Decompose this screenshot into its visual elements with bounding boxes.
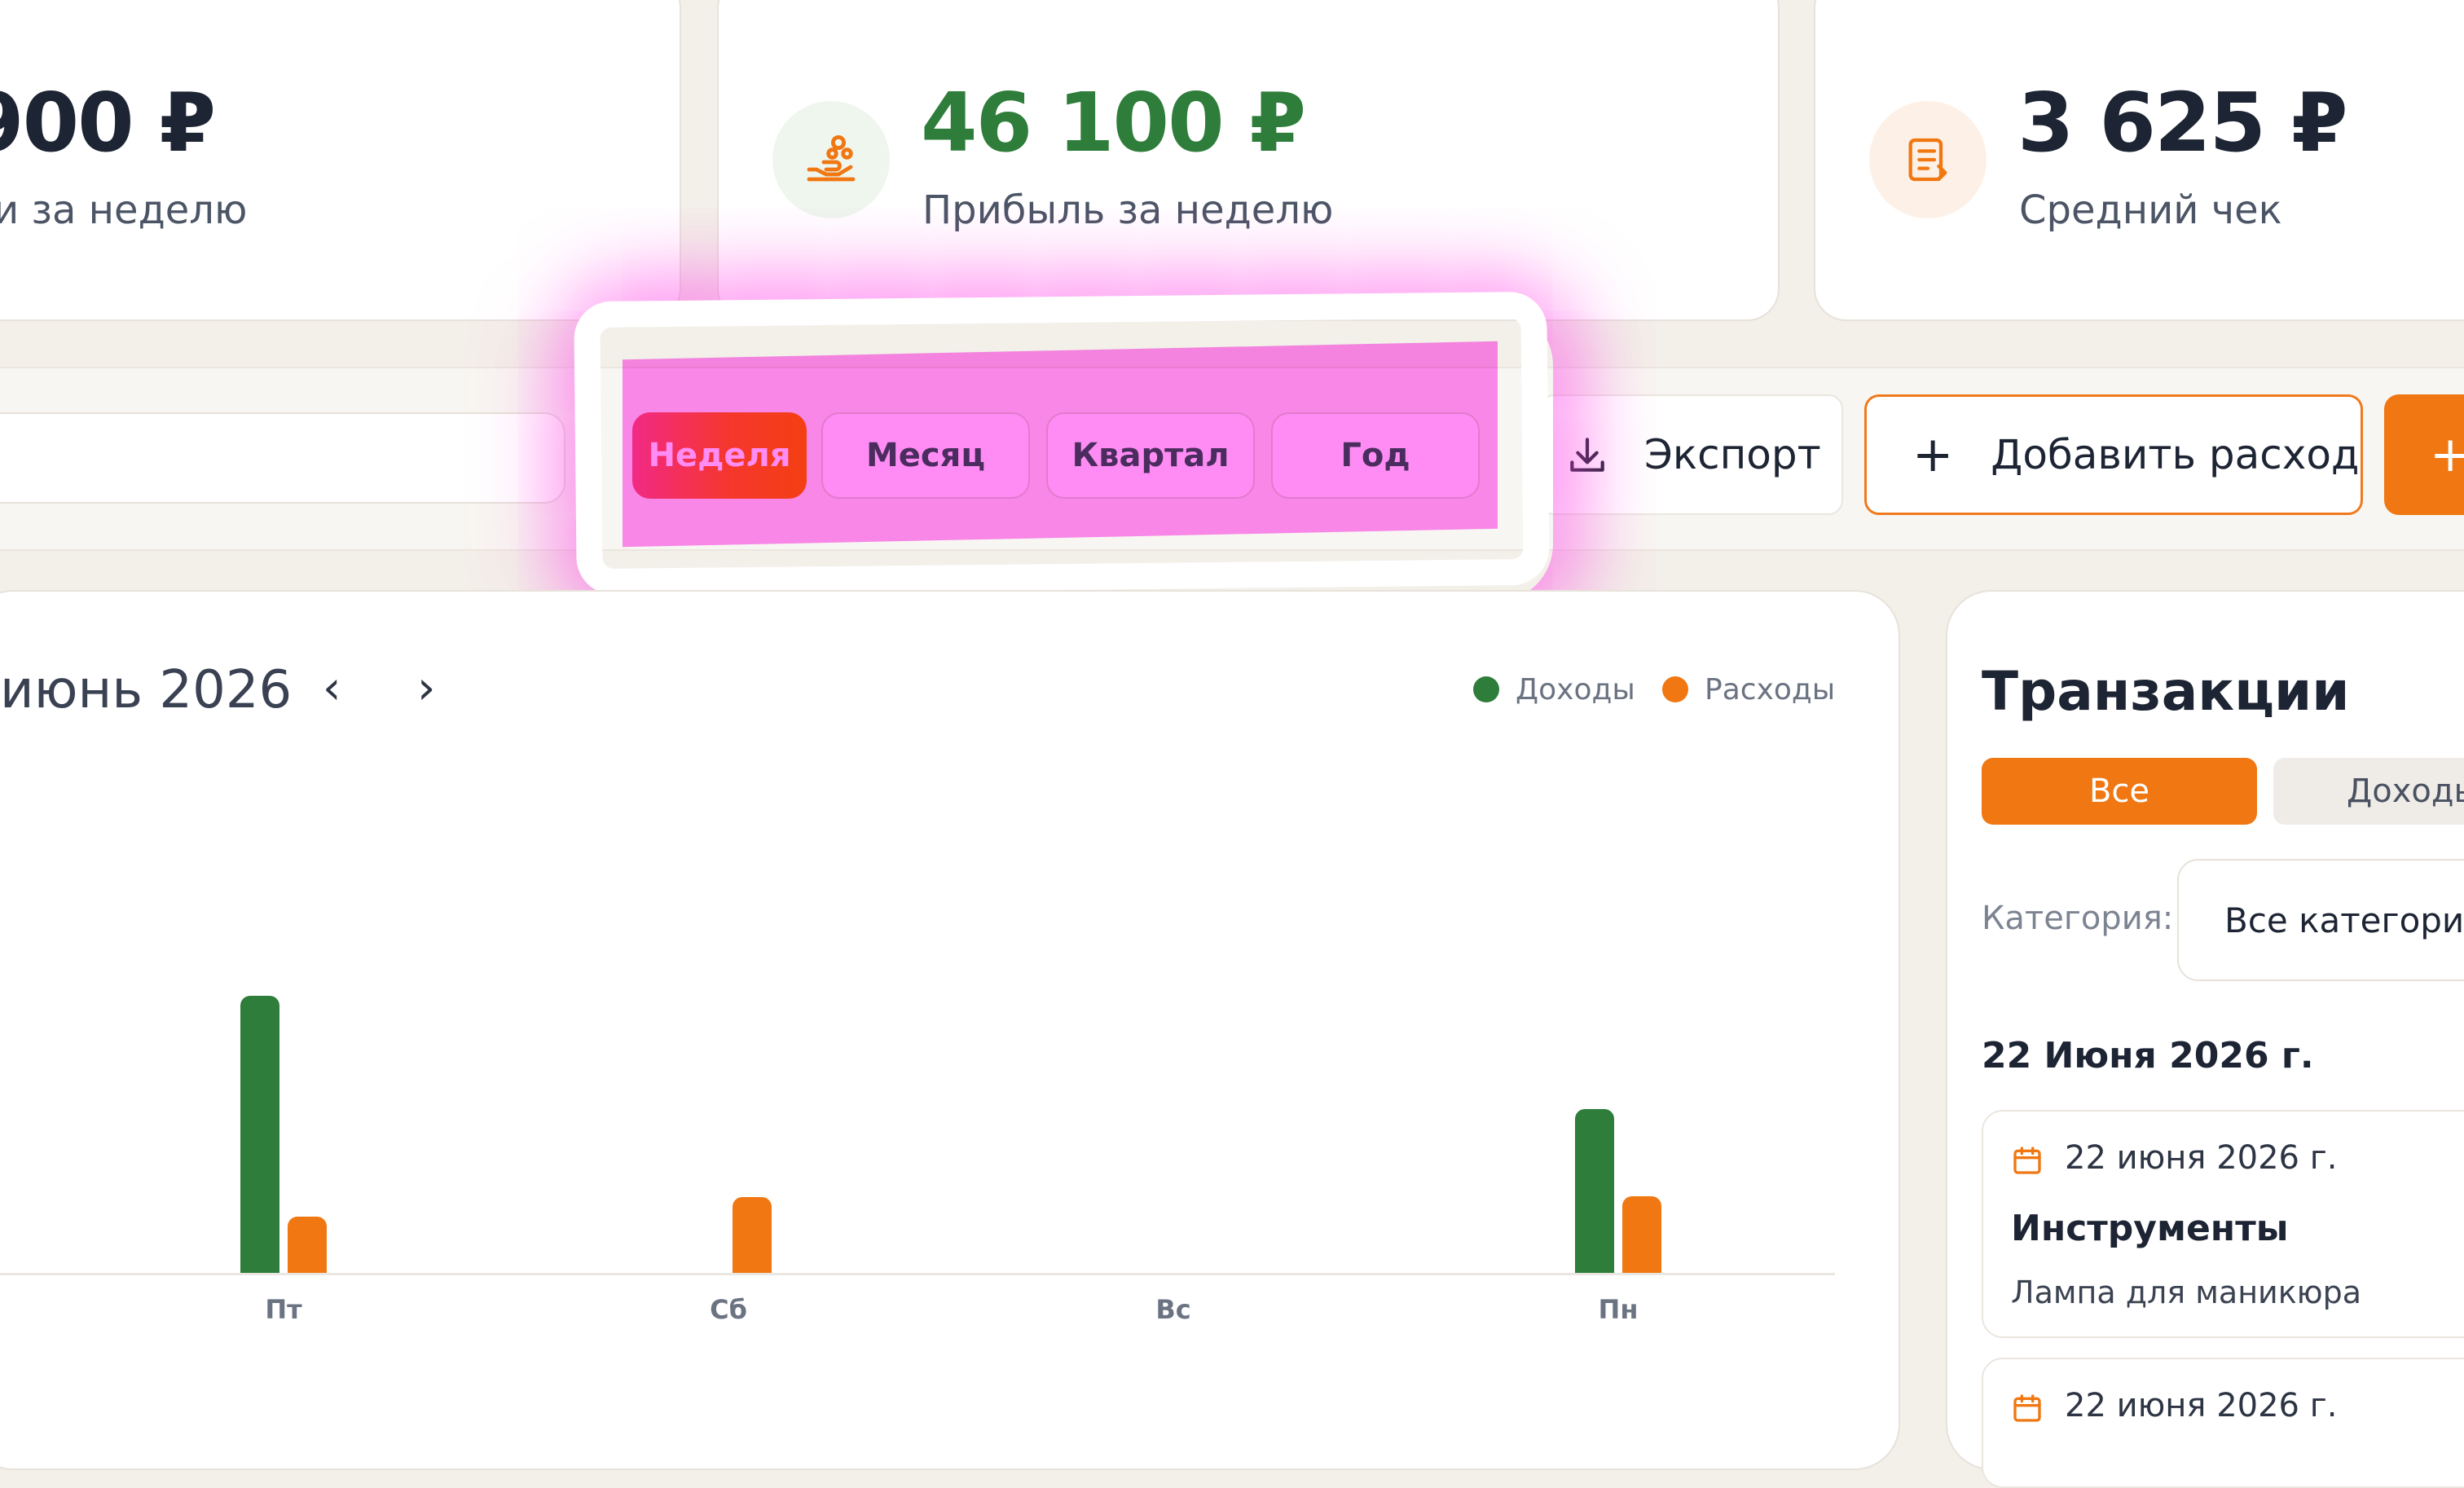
month-label: июнь 2026 — [0, 660, 293, 720]
transaction-subtitle: Лампа для маникюра — [2011, 1274, 2362, 1310]
stat-label-profit: Прибыль за неделю — [922, 187, 1334, 233]
add-expense-button[interactable]: + Добавить расход — [1864, 394, 2363, 515]
x-tick-label: Вс — [1155, 1294, 1191, 1325]
search-input[interactable] — [0, 412, 565, 504]
chevron-right-icon[interactable]: › — [417, 662, 435, 715]
x-tick-label: Пн — [1598, 1294, 1639, 1325]
category-label: Категория: — [1982, 900, 2174, 937]
calendar-icon — [2013, 1147, 2041, 1174]
transaction-item[interactable]: 22 июня 2026 г. — [1982, 1358, 2464, 1488]
chart-card — [0, 590, 1900, 1470]
add-expense-label: Добавить расход — [1991, 431, 2360, 478]
receipt-icon — [1869, 101, 1987, 218]
export-label: Экспорт — [1644, 431, 1821, 478]
transactions-date-header: 22 Июня 2026 г. — [1982, 1035, 2314, 1076]
bar-income-3[interactable] — [1575, 1108, 1614, 1273]
legend-income: Доходы — [1516, 673, 1635, 707]
transaction-title: Инструменты — [2011, 1208, 2289, 1249]
transactions-title: Транзакции — [1982, 660, 2350, 723]
period-tab-quarter[interactable]: Квартал — [1046, 412, 1255, 499]
x-tick-label: Сб — [710, 1294, 747, 1325]
legend-dot-income — [1473, 676, 1499, 702]
category-select[interactable]: Все категории — [2177, 859, 2464, 981]
bar-expenses-3[interactable] — [1622, 1195, 1661, 1273]
chevron-left-icon[interactable]: ‹ — [323, 662, 341, 715]
x-tick-label: Пт — [265, 1294, 302, 1325]
transaction-date: 22 июня 2026 г. — [2065, 1387, 2338, 1424]
download-icon — [1564, 432, 1610, 478]
period-tab-month[interactable]: Месяц — [821, 412, 1030, 499]
tx-tab-income[interactable]: Доходы — [2273, 758, 2464, 825]
transaction-date: 22 июня 2026 г. — [2065, 1139, 2338, 1177]
stat-value-profit: 46 100 ₽ — [921, 75, 1306, 170]
calendar-icon — [2013, 1394, 2041, 1422]
bar-expenses-0[interactable] — [288, 1216, 327, 1273]
stat-label-average-check: Средний чек — [2019, 187, 2282, 233]
add-income-button[interactable]: + — [2384, 394, 2464, 515]
export-button[interactable]: Экспорт — [1540, 394, 1843, 515]
legend-expenses: Расходы — [1705, 673, 1836, 707]
stat-value-expenses: 900 ₽ — [0, 75, 216, 170]
period-tab-week[interactable]: Неделя — [632, 412, 807, 499]
bar-income-0[interactable] — [240, 996, 279, 1273]
chart-axis — [0, 1273, 1835, 1275]
bar-expenses-1[interactable] — [733, 1196, 772, 1273]
stat-value-average-check: 3 625 ₽ — [2017, 75, 2348, 170]
stat-label-expenses: и за неделю — [0, 187, 248, 233]
hand-coins-icon — [772, 101, 890, 218]
legend-dot-expenses — [1662, 676, 1688, 702]
period-tab-year[interactable]: Год — [1271, 412, 1480, 499]
transaction-item[interactable]: 22 июня 2026 г. Инструменты Лампа для ма… — [1982, 1110, 2464, 1338]
tx-tab-all[interactable]: Все — [1982, 758, 2257, 825]
plus-icon: + — [1912, 426, 1954, 483]
